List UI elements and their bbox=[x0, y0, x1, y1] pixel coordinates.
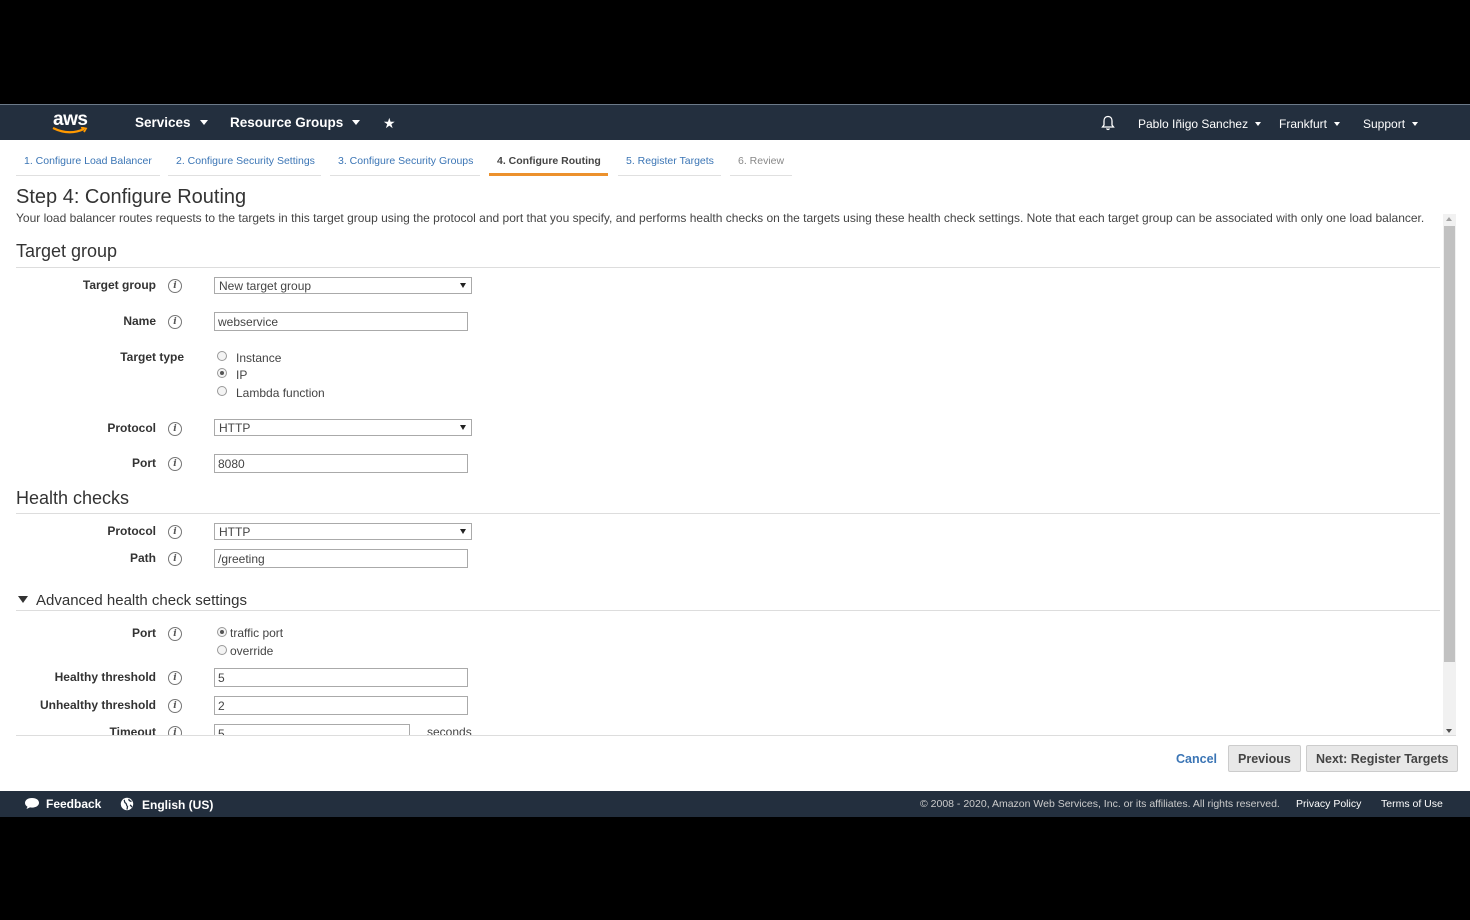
info-icon[interactable]: i bbox=[168, 279, 182, 293]
user-menu[interactable]: Pablo Iñigo Sanchez bbox=[1138, 117, 1262, 131]
unhealthy-threshold-input[interactable] bbox=[214, 696, 468, 715]
services-menu[interactable]: Services bbox=[135, 115, 208, 130]
info-icon[interactable]: i bbox=[168, 315, 182, 329]
health-protocol-label: Protocol bbox=[107, 524, 156, 538]
region-menu[interactable]: Frankfurt bbox=[1279, 117, 1341, 131]
target-type-lambda-radio[interactable] bbox=[217, 386, 227, 396]
healthy-threshold-label: Healthy threshold bbox=[54, 670, 156, 684]
protocol-select[interactable]: HTTP bbox=[214, 419, 472, 436]
pin-icon[interactable]: ★ bbox=[383, 115, 396, 132]
info-icon[interactable]: i bbox=[168, 627, 182, 641]
target-group-label: Target group bbox=[82, 278, 156, 292]
content-bottom-divider bbox=[16, 735, 1456, 736]
aws-logo[interactable]: aws bbox=[50, 109, 92, 136]
content-scrollbar[interactable] bbox=[1443, 214, 1456, 736]
info-icon[interactable]: i bbox=[168, 422, 182, 436]
terms-of-use-link[interactable]: Terms of Use bbox=[1381, 798, 1443, 810]
chevron-down-icon bbox=[352, 120, 361, 125]
target-group-section-title: Target group bbox=[16, 241, 118, 261]
timeout-input[interactable] bbox=[214, 724, 410, 735]
tab-register-targets[interactable]: 5. Register Targets bbox=[618, 150, 721, 176]
info-icon[interactable]: i bbox=[168, 671, 182, 685]
health-checks-section-title: Health checks bbox=[16, 488, 130, 508]
target-type-lambda-label: Lambda function bbox=[236, 386, 325, 400]
support-menu[interactable]: Support bbox=[1363, 117, 1419, 131]
advanced-health-check-toggle[interactable]: Advanced health check settings bbox=[18, 592, 247, 609]
target-type-instance-radio[interactable] bbox=[217, 351, 227, 361]
target-type-instance-label: Instance bbox=[236, 351, 282, 365]
aws-smile-icon bbox=[52, 127, 88, 134]
section-divider bbox=[16, 610, 1440, 611]
healthy-threshold-input[interactable] bbox=[214, 668, 468, 687]
caret-down-icon bbox=[18, 596, 28, 603]
chevron-down-icon bbox=[1412, 122, 1419, 126]
health-protocol-select[interactable]: HTTP bbox=[214, 523, 472, 540]
page-title: Step 4: Configure Routing bbox=[16, 186, 247, 208]
privacy-policy-link[interactable]: Privacy Policy bbox=[1296, 798, 1361, 810]
tab-configure-security-settings[interactable]: 2. Configure Security Settings bbox=[168, 150, 321, 176]
info-icon[interactable]: i bbox=[168, 699, 182, 713]
path-label: Path bbox=[129, 551, 156, 565]
tab-review: 6. Review bbox=[730, 150, 792, 176]
aws-console-screen: aws Services Resource Groups ★ Pablo Iñi… bbox=[0, 104, 1470, 817]
name-input[interactable] bbox=[214, 312, 468, 331]
tab-configure-security-groups[interactable]: 3. Configure Security Groups bbox=[330, 150, 480, 176]
traffic-port-label: traffic port bbox=[230, 626, 284, 640]
port-label: Port bbox=[132, 456, 156, 470]
copyright-text: © 2008 - 2020, Amazon Web Services, Inc.… bbox=[920, 798, 1280, 810]
name-label: Name bbox=[123, 314, 156, 328]
feedback-link[interactable]: Feedback bbox=[24, 797, 101, 811]
target-type-label: Target type bbox=[120, 350, 184, 364]
chevron-down-icon bbox=[1255, 122, 1262, 126]
dropdown-arrow-icon bbox=[460, 425, 466, 430]
resource-groups-menu[interactable]: Resource Groups bbox=[230, 115, 361, 130]
globe-icon bbox=[120, 797, 134, 811]
section-divider bbox=[16, 267, 1440, 268]
bell-icon[interactable] bbox=[1101, 115, 1115, 136]
protocol-label: Protocol bbox=[107, 421, 156, 435]
scroll-up-icon[interactable] bbox=[1446, 217, 1452, 221]
timeout-unit: seconds bbox=[427, 725, 472, 735]
scrollbar-thumb[interactable] bbox=[1444, 226, 1455, 662]
scroll-down-icon[interactable] bbox=[1446, 729, 1452, 733]
language-selector[interactable]: English (US) bbox=[120, 797, 213, 812]
dropdown-arrow-icon bbox=[460, 529, 466, 534]
chat-bubble-icon bbox=[25, 798, 39, 809]
next-register-targets-button[interactable]: Next: Register Targets bbox=[1306, 745, 1459, 772]
footer-bar: Feedback English (US) © 2008 - 2020, Ama… bbox=[0, 791, 1470, 817]
info-icon[interactable]: i bbox=[168, 726, 182, 735]
target-type-ip-label: IP bbox=[236, 368, 248, 382]
traffic-port-radio[interactable] bbox=[217, 627, 227, 637]
tab-configure-load-balancer[interactable]: 1. Configure Load Balancer bbox=[16, 150, 160, 176]
info-icon[interactable]: i bbox=[168, 552, 182, 566]
override-port-radio[interactable] bbox=[217, 645, 227, 655]
timeout-row-clipped: Timeout i seconds bbox=[16, 722, 1440, 735]
path-input[interactable] bbox=[214, 549, 468, 568]
port-input[interactable] bbox=[214, 454, 468, 473]
timeout-label: Timeout bbox=[109, 725, 156, 735]
tab-configure-routing[interactable]: 4. Configure Routing bbox=[489, 150, 608, 176]
override-port-label: override bbox=[230, 644, 274, 658]
chevron-down-icon bbox=[199, 120, 208, 125]
info-icon[interactable]: i bbox=[168, 525, 182, 539]
cancel-button[interactable]: Cancel bbox=[1170, 749, 1223, 769]
target-group-select[interactable]: New target group bbox=[214, 277, 472, 294]
top-navigation-bar: aws Services Resource Groups ★ Pablo Iñi… bbox=[0, 104, 1470, 140]
previous-button[interactable]: Previous bbox=[1228, 745, 1301, 772]
section-divider bbox=[16, 513, 1440, 514]
adv-port-label: Port bbox=[132, 626, 156, 640]
chevron-down-icon bbox=[1334, 122, 1341, 126]
dropdown-arrow-icon bbox=[460, 283, 466, 288]
target-type-ip-radio[interactable] bbox=[217, 368, 227, 378]
info-icon[interactable]: i bbox=[168, 457, 182, 471]
unhealthy-threshold-label: Unhealthy threshold bbox=[39, 698, 156, 712]
step-description: Your load balancer routes requests to th… bbox=[16, 211, 1425, 225]
